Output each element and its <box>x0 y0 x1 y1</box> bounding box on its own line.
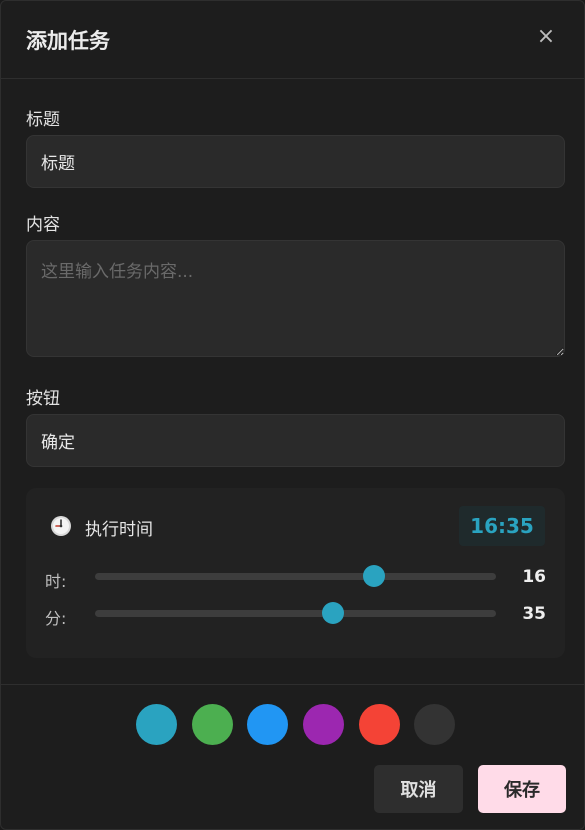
minute-value: 35 <box>522 604 546 624</box>
content-field-label: 内容 <box>26 215 60 235</box>
color-swatch-blue[interactable] <box>247 704 288 745</box>
button-field-label: 按钮 <box>26 389 60 409</box>
color-swatch-green[interactable] <box>192 704 233 745</box>
color-swatch-purple[interactable] <box>303 704 344 745</box>
hour-slider-thumb[interactable] <box>362 565 385 587</box>
color-swatch-dark[interactable] <box>414 704 455 745</box>
clock-icon <box>51 516 71 536</box>
time-display: 16:35 <box>459 506 545 546</box>
minute-slider[interactable] <box>95 602 496 624</box>
cancel-button[interactable]: 取消 <box>374 765 463 813</box>
hour-slider[interactable] <box>95 565 496 587</box>
execution-time-label: 执行时间 <box>85 520 153 540</box>
minute-label: 分: <box>45 609 67 628</box>
add-task-dialog: 添加任务 × 标题 内容 按钮 执行时间 16:35 时: 16 分: 35 <box>0 0 585 830</box>
content-textarea[interactable] <box>26 240 565 357</box>
dialog-header: 添加任务 × <box>1 1 584 79</box>
dialog-title: 添加任务 <box>26 29 110 53</box>
title-input[interactable] <box>26 135 565 188</box>
save-button[interactable]: 保存 <box>478 765 566 813</box>
execution-time-card: 执行时间 16:35 时: 16 分: 35 <box>26 488 565 658</box>
color-swatch-red[interactable] <box>359 704 400 745</box>
hour-label: 时: <box>45 572 67 591</box>
color-swatch-teal[interactable] <box>136 704 177 745</box>
footer-divider <box>1 684 584 685</box>
button-text-input[interactable] <box>26 414 565 467</box>
minute-slider-thumb[interactable] <box>321 602 344 624</box>
hour-value: 16 <box>522 567 546 587</box>
close-icon[interactable]: × <box>532 23 560 51</box>
title-field-label: 标题 <box>26 110 60 130</box>
